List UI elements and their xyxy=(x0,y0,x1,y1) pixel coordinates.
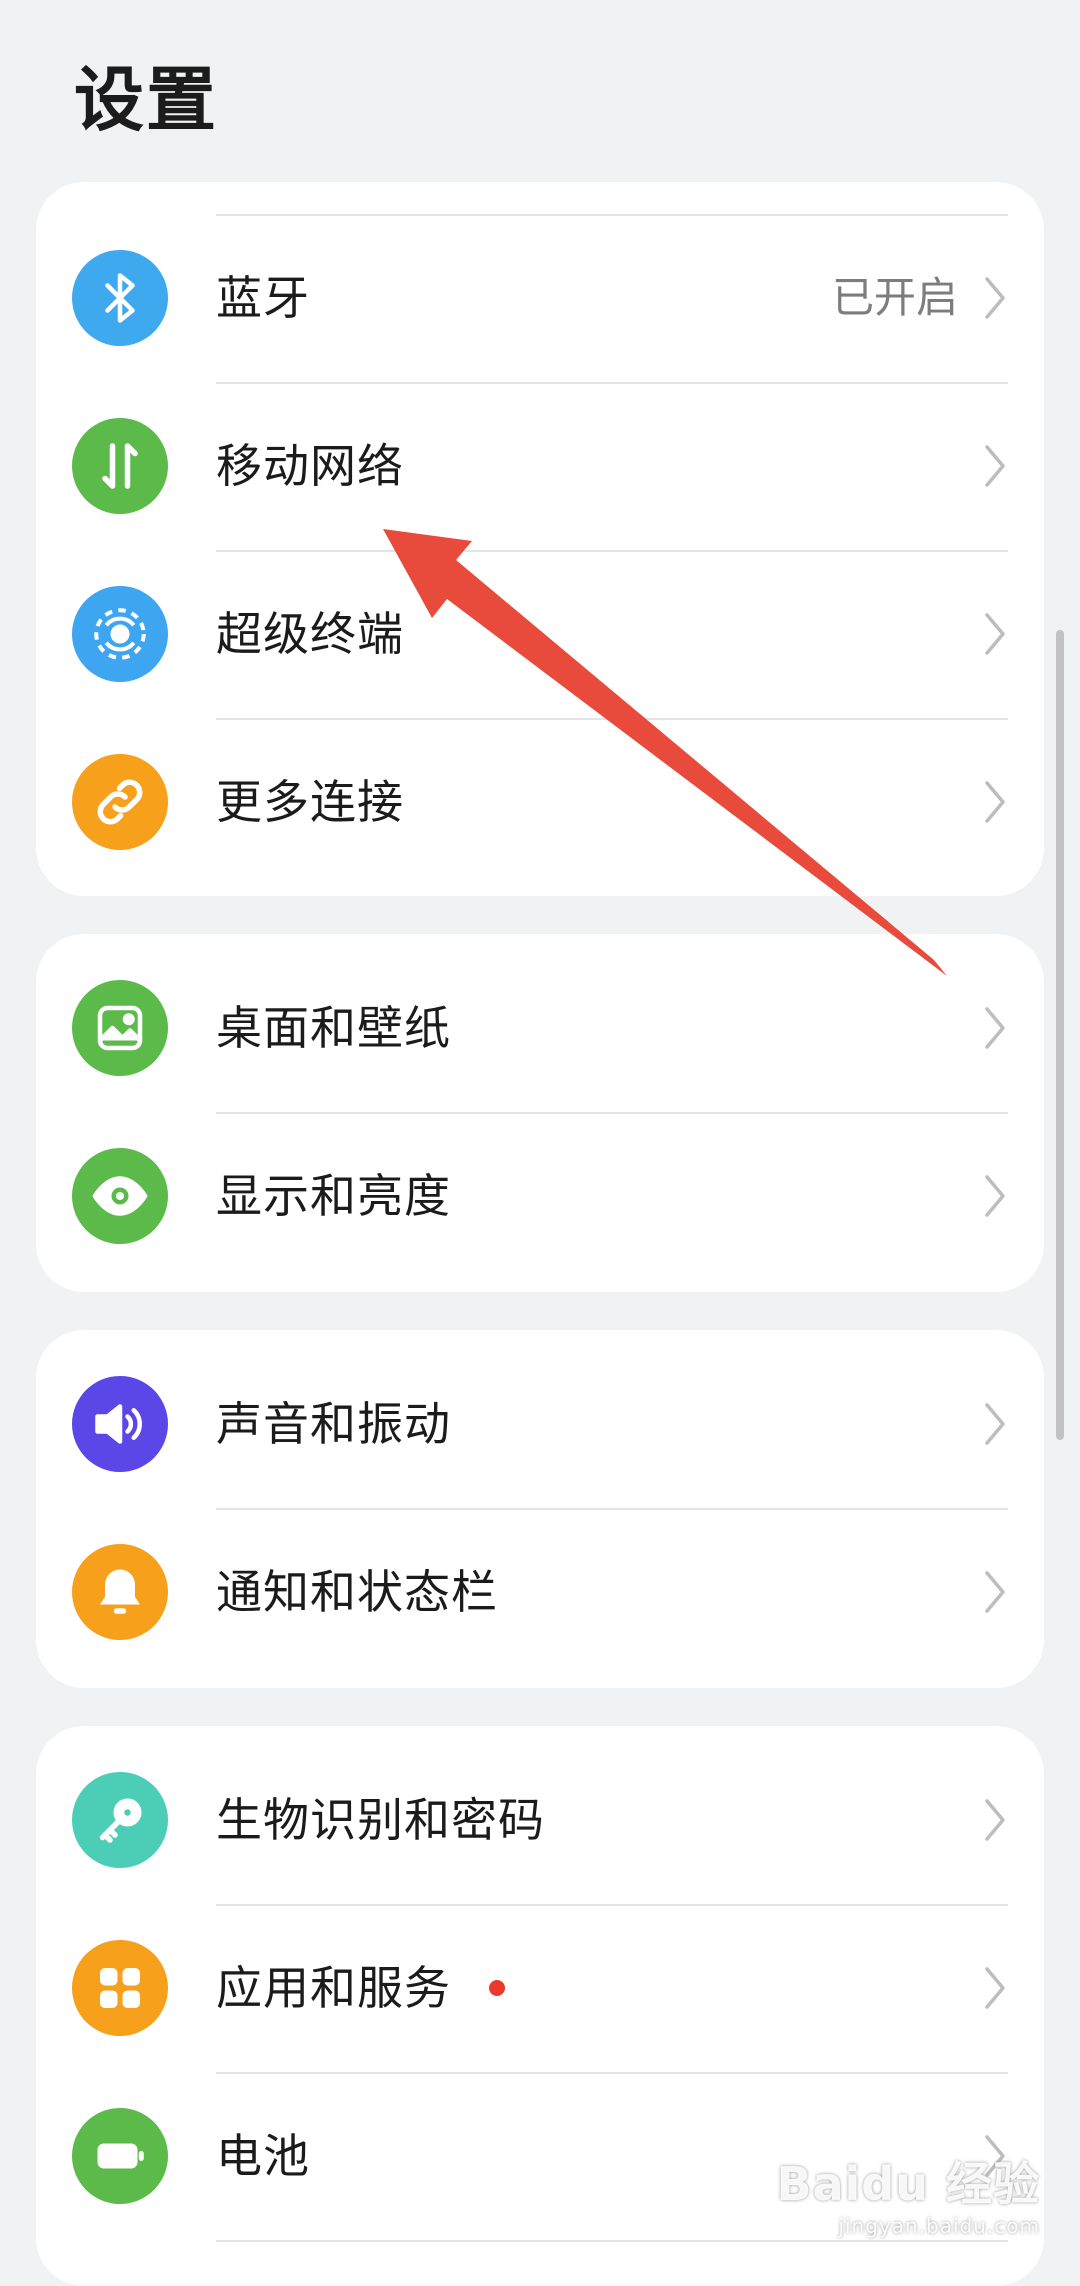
chevron-right-icon xyxy=(985,1799,1005,1841)
settings-group-connectivity: 蓝牙 已开启 移动网络 超级终端 更多连接 xyxy=(36,182,1044,896)
settings-item-label: 通知和状态栏 xyxy=(216,1565,498,1619)
key-icon xyxy=(72,1772,168,1868)
watermark: Baidu 经验 jingyan.baidu.com xyxy=(776,2148,1040,2238)
settings-item-label: 移动网络 xyxy=(216,439,404,493)
settings-group-display: 桌面和壁纸 显示和亮度 xyxy=(36,934,1044,1292)
settings-item-display-brightness[interactable]: 显示和亮度 xyxy=(36,1112,1044,1280)
settings-item-more-connections[interactable]: 更多连接 xyxy=(36,718,1044,886)
settings-item-biometrics-password[interactable]: 生物识别和密码 xyxy=(36,1736,1044,1904)
settings-item-label: 电池 xyxy=(216,2129,310,2183)
mobile-data-icon xyxy=(72,418,168,514)
new-badge-dot xyxy=(489,1980,505,1996)
link-icon xyxy=(72,754,168,850)
chevron-right-icon xyxy=(985,1967,1005,2009)
page-title: 设置 xyxy=(74,59,218,141)
chevron-right-icon xyxy=(985,1571,1005,1613)
settings-item-wallpaper[interactable]: 桌面和壁纸 xyxy=(36,944,1044,1112)
settings-item-super-device[interactable]: 超级终端 xyxy=(36,550,1044,718)
settings-item-bluetooth[interactable]: 蓝牙 已开启 xyxy=(36,214,1044,382)
settings-item-label: 桌面和壁纸 xyxy=(216,1001,451,1055)
settings-item-label: 更多连接 xyxy=(216,775,404,829)
watermark-url: jingyan.baidu.com xyxy=(838,2214,1040,2238)
super-device-icon xyxy=(72,586,168,682)
settings-item-label: 生物识别和密码 xyxy=(216,1793,545,1847)
settings-item-label: 应用和服务 xyxy=(216,1961,451,2015)
scrollbar[interactable] xyxy=(1056,630,1064,1440)
settings-item-mobile-network[interactable]: 移动网络 xyxy=(36,382,1044,550)
settings-item-label: 超级终端 xyxy=(216,607,404,661)
bluetooth-status: 已开启 xyxy=(831,273,958,322)
apps-icon xyxy=(72,1940,168,2036)
bluetooth-icon xyxy=(72,250,168,346)
bell-icon xyxy=(72,1544,168,1640)
settings-item-notifications[interactable]: 通知和状态栏 xyxy=(36,1508,1044,1676)
settings-item-label: 蓝牙 xyxy=(216,271,310,325)
battery-icon xyxy=(72,2108,168,2204)
watermark-logo: Baidu 经验 xyxy=(776,2157,1040,2211)
speaker-icon xyxy=(72,1376,168,1472)
settings-group-sound-notifications: 声音和振动 通知和状态栏 xyxy=(36,1330,1044,1688)
divider xyxy=(216,2240,1008,2242)
settings-item-label: 声音和振动 xyxy=(216,1397,451,1451)
chevron-right-icon xyxy=(985,1175,1005,1217)
chevron-right-icon xyxy=(985,613,1005,655)
settings-item-apps-services[interactable]: 应用和服务 xyxy=(36,1904,1044,2072)
chevron-right-icon xyxy=(985,1007,1005,1049)
eye-icon xyxy=(72,1148,168,1244)
chevron-right-icon xyxy=(985,781,1005,823)
settings-item-label: 显示和亮度 xyxy=(216,1169,451,1223)
wallpaper-icon xyxy=(72,980,168,1076)
chevron-right-icon xyxy=(985,277,1005,319)
chevron-right-icon xyxy=(985,1403,1005,1445)
settings-item-sound-vibration[interactable]: 声音和振动 xyxy=(36,1340,1044,1508)
chevron-right-icon xyxy=(985,445,1005,487)
